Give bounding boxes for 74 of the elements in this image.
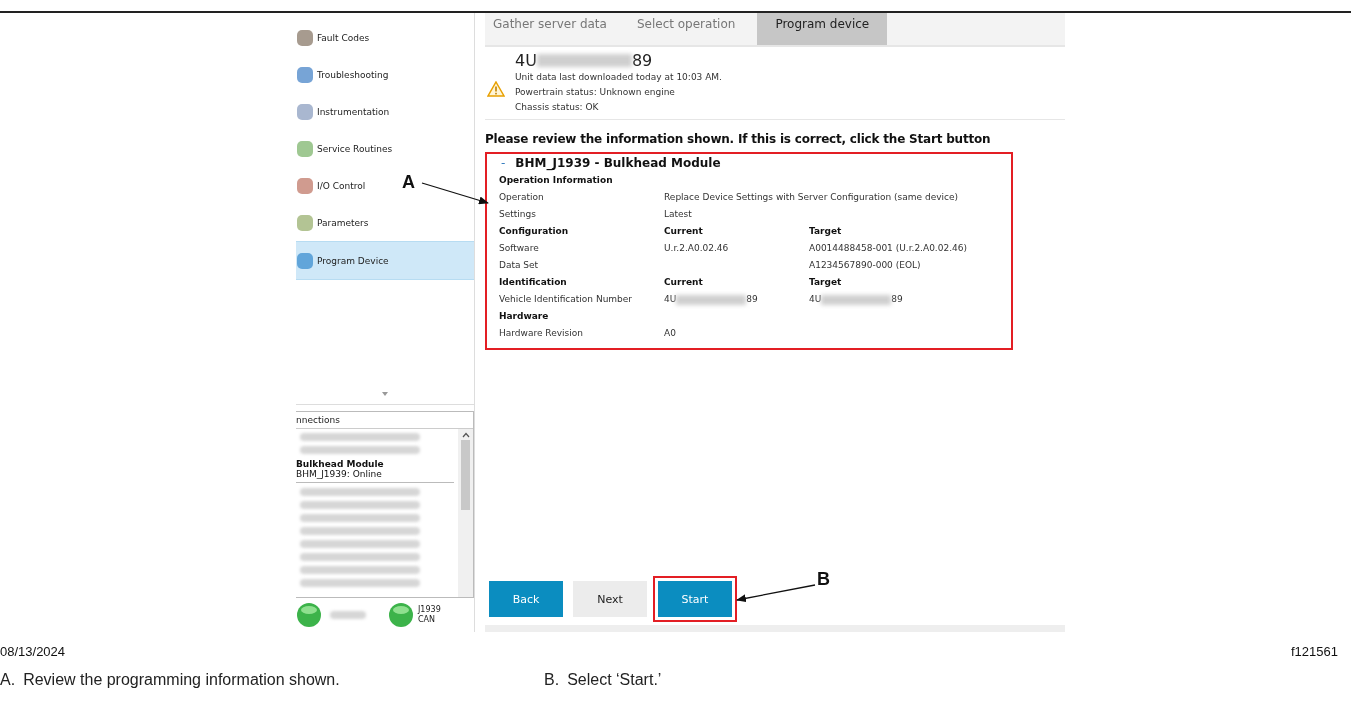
table-cell-text: Latest [664, 208, 692, 221]
panel-header: nnections [296, 412, 473, 429]
expand-arrow-icon[interactable] [381, 391, 389, 397]
item-icon [296, 138, 314, 159]
redacted-text [676, 294, 747, 305]
table-cell-text: A0014488458-001 (U.r.2.A0.02.46) [809, 242, 967, 255]
wizard-button[interactable]: Back [489, 581, 563, 617]
table-cell-text: A1234567890-000 (EOL) [809, 259, 921, 272]
table-cell-text: Hardware Revision [499, 327, 584, 340]
wizard-button[interactable]: Start [658, 581, 732, 617]
callout-arrow [421, 182, 489, 205]
module-title: BHM_J1939 - Bulkhead Module [515, 156, 721, 170]
sidebar-item[interactable]: Program Device [296, 241, 474, 280]
vin-text: 4U [515, 51, 537, 70]
collapse-toggle[interactable]: - [501, 156, 506, 170]
sidebar-item[interactable]: Troubleshooting [296, 56, 393, 93]
caption-text: Select ‘Start.’ [567, 671, 662, 689]
figure-id: f121561 [1291, 644, 1338, 659]
table-cell-text: Software [499, 242, 540, 255]
unit-status-text: Unit data last downloaded today at 10:03 AM. [515, 71, 722, 84]
step-tab[interactable]: Select operation [628, 13, 758, 45]
table-cell-text: Operation [499, 191, 545, 204]
redacted-text [330, 611, 366, 619]
sidebar-item[interactable]: Instrumentation [296, 93, 394, 130]
step-tab[interactable]: Gather server data [485, 13, 629, 45]
vin-text: 89 [631, 51, 653, 70]
wizard-button[interactable]: Next [573, 581, 647, 617]
item-icon [296, 212, 314, 233]
table-heading: Target [809, 225, 842, 238]
scrollbar[interactable] [458, 429, 473, 597]
warning-icon [487, 81, 505, 97]
item-icon [296, 101, 314, 122]
caption-letter: B. [544, 671, 560, 689]
redacted-text [821, 294, 892, 305]
item-icon [296, 175, 314, 196]
device-status: BHM_J1939: Online [296, 469, 383, 479]
table-heading: Hardware [499, 310, 550, 323]
caption-text: Review the programming information shown. [23, 671, 340, 689]
vin-text: 89 [891, 293, 903, 306]
table-heading: Identification [499, 276, 568, 289]
date-text: 08/13/2024 [0, 644, 66, 659]
table-cell-text: Vehicle Identification Number [499, 293, 634, 306]
item-icon [296, 27, 314, 48]
caption-letter: A. [0, 671, 16, 689]
callout-letter: B [817, 569, 830, 590]
device-name[interactable]: Bulkhead Module [296, 459, 454, 469]
step-tab[interactable]: Program device [757, 13, 888, 45]
table-heading: Configuration [499, 225, 570, 238]
table-cell-text: Data Set [499, 259, 540, 272]
sidebar-item[interactable]: I/O Control [296, 167, 370, 204]
item-icon [296, 64, 314, 85]
table-cell-text: U.r.2.A0.02.46 [664, 242, 729, 255]
sidebar-item[interactable]: Service Routines [296, 130, 397, 167]
table-heading: Target [809, 276, 842, 289]
status-light-icon [296, 602, 322, 628]
vin-text: 89 [746, 293, 758, 306]
table-cell-text: Settings [499, 208, 537, 221]
item-icon [296, 250, 314, 271]
table-cell-text: A0 [664, 327, 676, 340]
sidebar-item[interactable]: Parameters [296, 204, 373, 241]
scroll-up-icon[interactable] [461, 432, 470, 438]
sidebar-item[interactable]: Fault Codes [296, 19, 374, 56]
vin-text: 4U [664, 293, 677, 306]
table-cell-text: Replace Device Settings with Server Configuration (same device) [664, 191, 960, 204]
instruction-text: Please review the information shown. If this is correct, click the Start button [485, 132, 992, 146]
bus-label: J1939 CAN [418, 605, 441, 625]
vin-text: 4U [809, 293, 822, 306]
status-light-icon [388, 602, 414, 628]
table-heading: Operation Information [499, 174, 614, 187]
table-heading: Current [664, 225, 703, 238]
unit-status-text: Chassis status: OK [515, 101, 600, 114]
table-heading: Current [664, 276, 703, 289]
callout-letter: A [402, 172, 415, 193]
unit-status-text: Powertrain status: Unknown engine [515, 86, 676, 99]
